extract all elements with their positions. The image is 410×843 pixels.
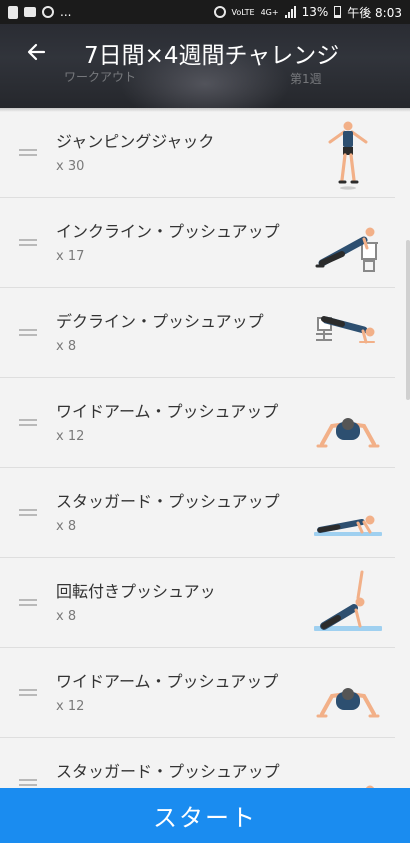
rotation-pushup-illustration (310, 568, 386, 640)
exercise-row[interactable]: デクライン・プッシュアップ x 8 (0, 288, 395, 378)
volte-badge: VoLTE (231, 7, 255, 17)
workout-label: ワークアウト (64, 70, 137, 84)
exercise-reps: x 8 (56, 609, 77, 624)
app-header: 7日間×4週間チャレンジ ワークアウト 第1週 (0, 24, 410, 108)
status-bar: ... VoLTE 4G+ 13% 午後 8:03 (0, 0, 410, 24)
exercise-reps: x 30 (56, 159, 85, 174)
drag-handle-icon[interactable] (19, 149, 37, 157)
exercise-reps: x 17 (56, 249, 85, 264)
drag-handle-icon[interactable] (19, 329, 37, 337)
exercise-reps: x 8 (56, 519, 77, 534)
wide-pushup-illustration (310, 658, 386, 730)
exercise-name: スタッガード・プッシュアップ (56, 762, 280, 781)
exercise-row[interactable]: ジャンピングジャック x 30 (0, 108, 395, 198)
sync-icon (42, 6, 54, 18)
exercise-name: ワイドアーム・プッシュアップ (56, 402, 279, 421)
drag-handle-icon[interactable] (19, 419, 37, 427)
back-button[interactable] (20, 36, 52, 68)
signal-icon (284, 6, 296, 18)
battery-icon (334, 6, 342, 18)
decline-pushup-illustration (310, 298, 386, 370)
exercise-reps: x 8 (56, 339, 77, 354)
scroll-indicator[interactable] (406, 240, 410, 400)
week-label: 第1週 (290, 72, 322, 86)
start-button[interactable]: スタート (0, 788, 410, 843)
wide-pushup-illustration (310, 388, 386, 460)
notification-icons: ... (8, 5, 71, 19)
exercise-row[interactable]: ワイドアーム・プッシュアップ x 12 (0, 648, 395, 738)
incline-pushup-illustration (310, 208, 386, 280)
exercise-name: スタッガード・プッシュアップ (56, 492, 280, 511)
drag-handle-icon[interactable] (19, 509, 37, 517)
exercise-name: 回転付きプッシュアッ (56, 582, 216, 601)
exercise-row[interactable]: インクライン・プッシュアップ x 17 (0, 198, 395, 288)
exercise-row[interactable]: スタッガード・プッシュアップ (0, 738, 395, 788)
sim-icon (8, 5, 18, 19)
exercise-row[interactable]: スタッガード・プッシュアップ x 8 (0, 468, 395, 558)
alarm-icon (213, 6, 226, 18)
system-icons: VoLTE 4G+ 13% 午後 8:03 (213, 4, 402, 21)
drag-handle-icon[interactable] (19, 239, 37, 247)
image-icon (24, 7, 36, 17)
exercise-row[interactable]: 回転付きプッシュアッ x 8 (0, 558, 395, 648)
exercise-name: ワイドアーム・プッシュアップ (56, 672, 279, 691)
page-title: 7日間×4週間チャレンジ (84, 43, 340, 69)
staggered-pushup-illustration (310, 478, 386, 550)
clock: 午後 8:03 (347, 5, 402, 20)
staggered-pushup-illustration (310, 748, 386, 788)
network-type: 4G+ (260, 7, 279, 17)
drag-handle-icon[interactable] (19, 689, 37, 697)
exercise-name: ジャンピングジャック (56, 132, 215, 151)
more-notifications-icon: ... (60, 5, 72, 19)
exercise-reps: x 12 (56, 699, 85, 714)
exercise-row[interactable]: ワイドアーム・プッシュアップ x 12 (0, 378, 395, 468)
header-shadow (0, 108, 410, 112)
jumping-jack-illustration (310, 118, 386, 190)
drag-handle-icon[interactable] (19, 779, 37, 787)
back-arrow-icon (27, 43, 46, 61)
exercise-name: デクライン・プッシュアップ (56, 312, 264, 331)
exercise-reps: x 12 (56, 429, 85, 444)
exercise-name: インクライン・プッシュアップ (56, 222, 280, 241)
battery-percent: 13% (301, 5, 329, 19)
exercise-list[interactable]: ジャンピングジャック x 30 インクライン・プッシュアップ x 17 デクライ… (0, 108, 410, 788)
drag-handle-icon[interactable] (19, 599, 37, 607)
